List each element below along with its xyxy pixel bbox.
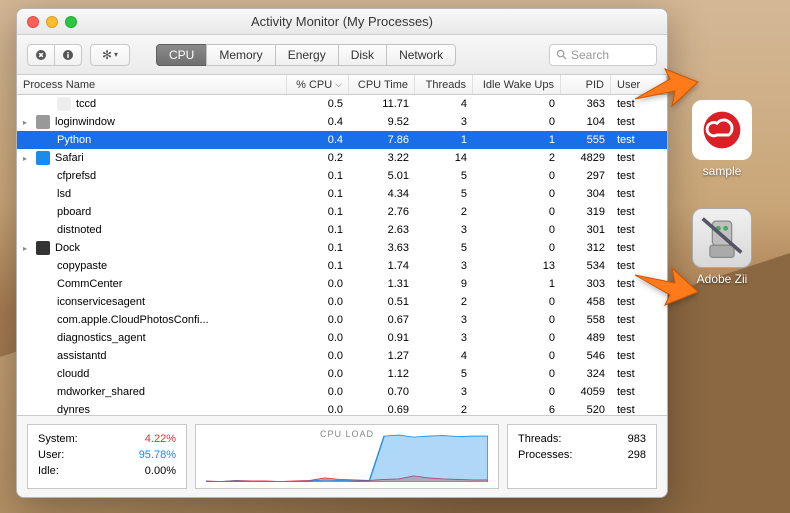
table-row[interactable]: com.apple.CloudPhotosConfi...0.00.673055… <box>17 311 667 329</box>
process-name: pboard <box>57 206 91 218</box>
process-name: copypaste <box>57 260 107 272</box>
search-input[interactable]: Search <box>549 44 657 66</box>
table-row[interactable]: pboard0.12.7620319test <box>17 203 667 221</box>
table-row[interactable]: mdworker_shared0.00.70304059test <box>17 383 667 401</box>
table-row[interactable]: iconservicesagent0.00.5120458test <box>17 293 667 311</box>
activity-monitor-window: Activity Monitor (My Processes) ✻ ▾ CPUM… <box>16 8 668 498</box>
process-name: loginwindow <box>55 116 115 128</box>
process-name: CommCenter <box>57 278 122 290</box>
footer: System:4.22% User:95.78% Idle:0.00% CPU … <box>17 415 667 497</box>
process-name: dynres <box>57 404 90 415</box>
automator-icon <box>692 208 752 268</box>
process-name: distnoted <box>57 224 102 236</box>
table-row[interactable]: distnoted0.12.6330301test <box>17 221 667 239</box>
process-name: cfprefsd <box>57 170 96 182</box>
tab-network[interactable]: Network <box>386 44 456 66</box>
table-row[interactable]: CommCenter0.01.3191303test <box>17 275 667 293</box>
titlebar: Activity Monitor (My Processes) <box>17 9 667 35</box>
blank-icon <box>57 97 71 111</box>
safari-icon <box>36 151 50 165</box>
table-row[interactable]: lsd0.14.3450304test <box>17 185 667 203</box>
col-idle-wake-ups[interactable]: Idle Wake Ups <box>473 75 561 94</box>
stop-process-button[interactable] <box>27 44 55 66</box>
table-row[interactable]: ▸Safari0.23.221424829test <box>17 149 667 167</box>
table-row[interactable]: diagnostics_agent0.00.9130489test <box>17 329 667 347</box>
col-process-name[interactable]: Process Name <box>17 75 287 94</box>
col-cpu-time[interactable]: CPU Time <box>349 75 415 94</box>
process-name: Safari <box>55 152 84 164</box>
process-name: assistantd <box>57 350 107 362</box>
close-icon[interactable] <box>27 16 39 28</box>
tab-memory[interactable]: Memory <box>206 44 275 66</box>
tab-disk[interactable]: Disk <box>338 44 387 66</box>
window-title: Activity Monitor (My Processes) <box>17 14 667 29</box>
process-name: diagnostics_agent <box>57 332 146 344</box>
tab-bar: CPUMemoryEnergyDiskNetwork <box>156 44 456 66</box>
options-button[interactable]: ✻ ▾ <box>90 44 130 66</box>
user-percent: 95.78% <box>139 447 176 463</box>
table-header: Process Name % CPU CPU Time Threads Idle… <box>17 75 667 95</box>
col-threads[interactable]: Threads <box>415 75 473 94</box>
minimize-icon[interactable] <box>46 16 58 28</box>
dock-icon <box>36 241 50 255</box>
tab-cpu[interactable]: CPU <box>156 44 207 66</box>
cpu-stats-panel: System:4.22% User:95.78% Idle:0.00% <box>27 424 187 489</box>
table-row[interactable]: assistantd0.01.2740546test <box>17 347 667 365</box>
table-row[interactable]: copypaste0.11.74313534test <box>17 257 667 275</box>
process-name: cloudd <box>57 368 89 380</box>
table-row[interactable]: ▸Dock0.13.6350312test <box>17 239 667 257</box>
processes-count: 298 <box>628 447 646 463</box>
process-name: Python <box>57 134 91 146</box>
table-row[interactable]: tccd0.511.7140363test <box>17 95 667 113</box>
toolbar: ✻ ▾ CPUMemoryEnergyDiskNetwork Search <box>17 35 667 75</box>
annotation-arrow-icon <box>630 260 700 310</box>
search-icon <box>556 49 567 60</box>
process-name: lsd <box>57 188 71 200</box>
col-cpu[interactable]: % CPU <box>287 75 349 94</box>
process-name: mdworker_shared <box>57 386 145 398</box>
process-table-body[interactable]: tccd0.511.7140363test▸loginwindow0.49.52… <box>17 95 667 415</box>
inspect-process-button[interactable] <box>54 44 82 66</box>
tab-energy[interactable]: Energy <box>275 44 339 66</box>
table-row[interactable]: dynres0.00.6926520test <box>17 401 667 415</box>
table-row[interactable]: ▸loginwindow0.49.5230104test <box>17 113 667 131</box>
idle-percent: 0.00% <box>145 463 176 479</box>
table-row[interactable]: Python0.47.8611555test <box>17 131 667 149</box>
zoom-icon[interactable] <box>65 16 77 28</box>
gear-icon <box>36 115 50 129</box>
table-row[interactable]: cloudd0.01.1250324test <box>17 365 667 383</box>
creative-cloud-icon <box>692 100 752 160</box>
annotation-arrow-icon <box>630 64 700 114</box>
process-name: iconservicesagent <box>57 296 145 308</box>
cpu-load-chart: CPU LOAD <box>195 424 499 489</box>
process-name: tccd <box>76 98 96 110</box>
process-name: Dock <box>55 242 80 254</box>
table-row[interactable]: cfprefsd0.15.0150297test <box>17 167 667 185</box>
process-name: com.apple.CloudPhotosConfi... <box>57 314 209 326</box>
counts-panel: Threads:983 Processes:298 <box>507 424 657 489</box>
threads-count: 983 <box>628 431 646 447</box>
system-percent: 4.22% <box>145 431 176 447</box>
col-pid[interactable]: PID <box>561 75 611 94</box>
